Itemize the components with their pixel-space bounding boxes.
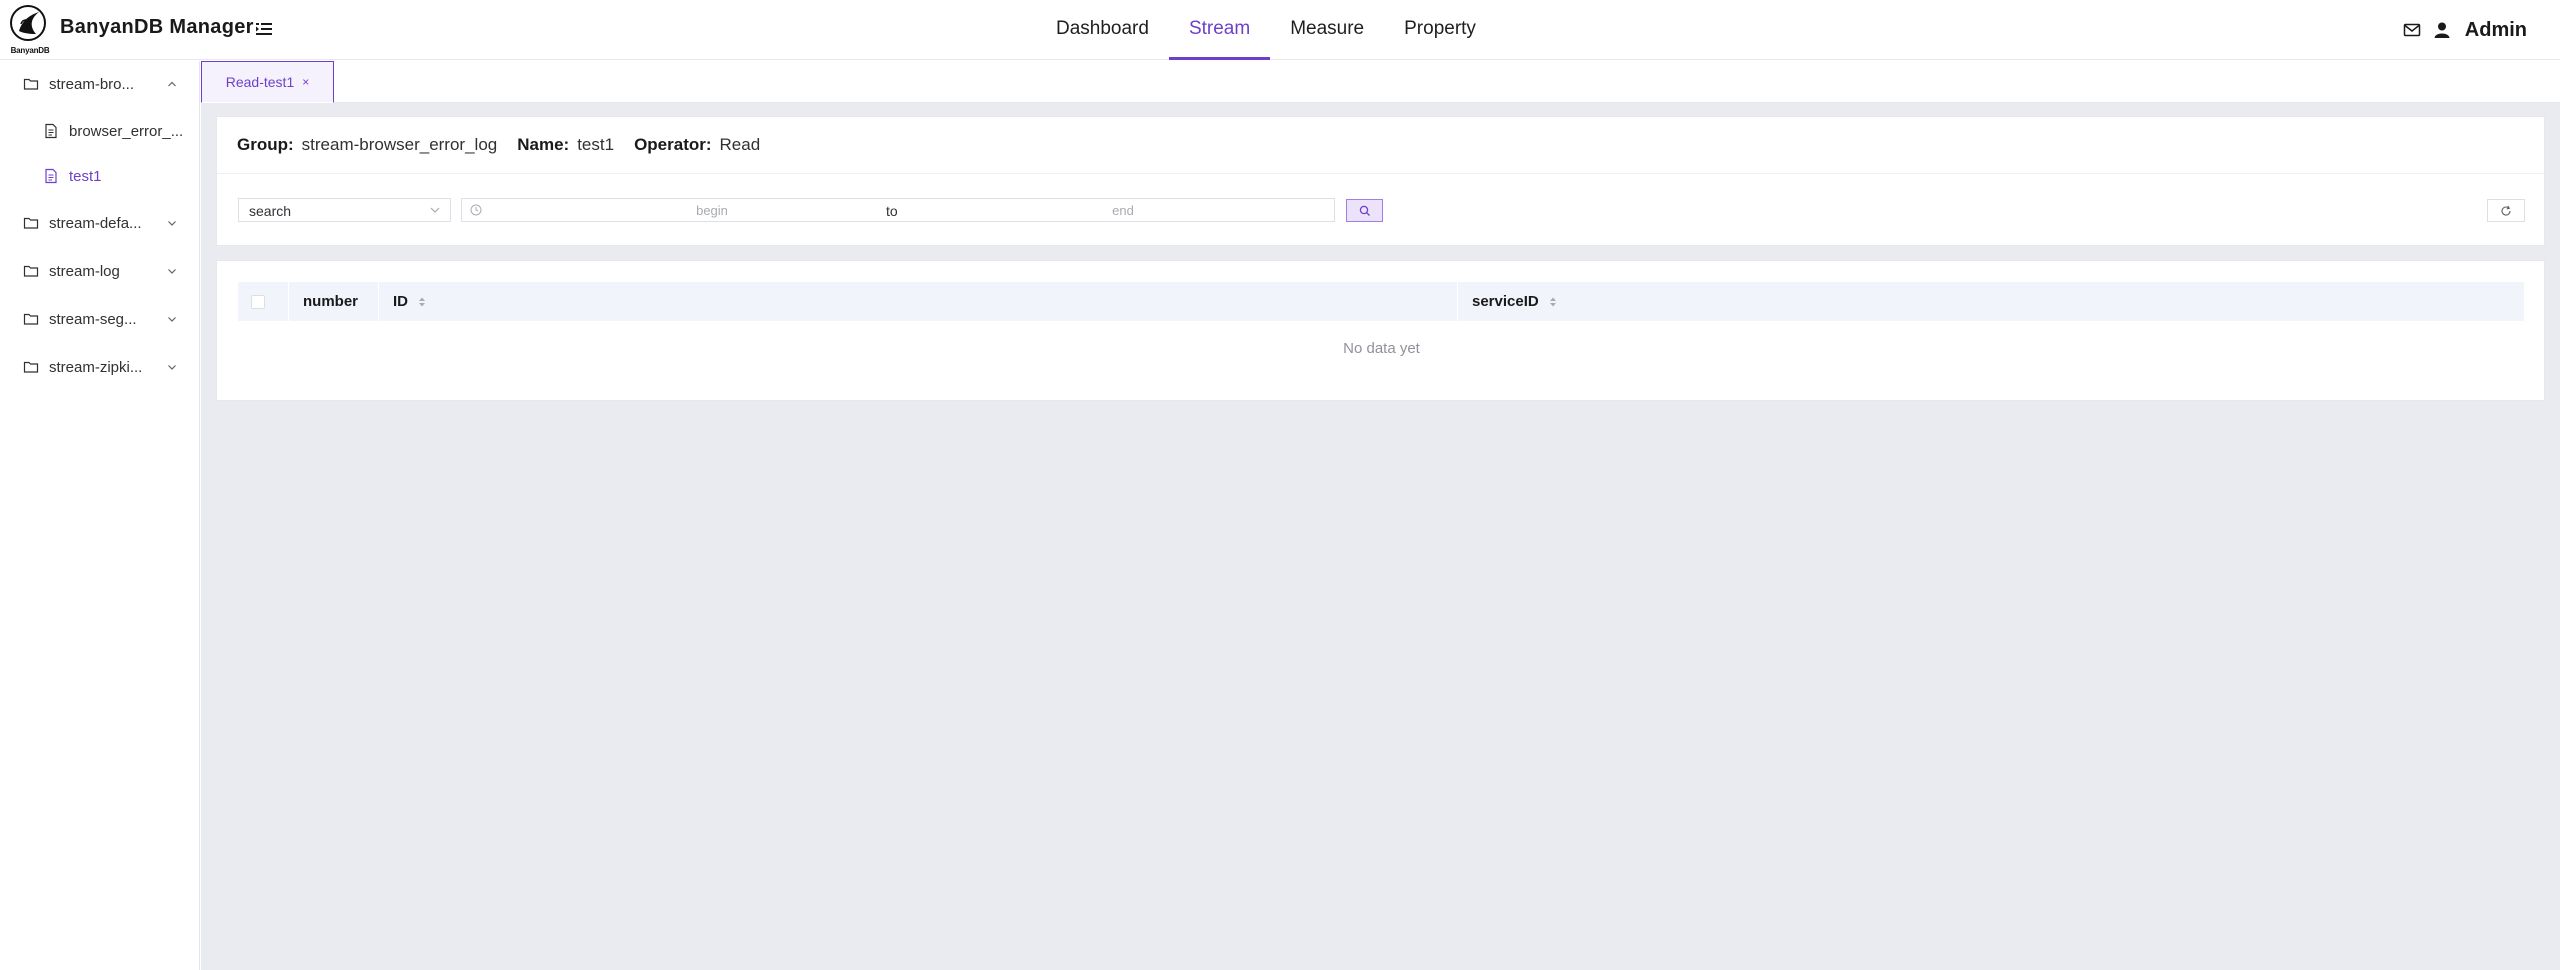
- app-title: BanyanDB Manager: [60, 16, 254, 38]
- tab-bar: Read-test1 ×: [201, 61, 2560, 103]
- query-card: Group: stream-browser_error_log Name: test…: [216, 116, 2545, 246]
- document-icon: [45, 123, 57, 139]
- sort-icon[interactable]: [1549, 296, 1557, 308]
- top-header: BanyanDB BanyanDB Manager Dashboard Stre…: [0, 0, 2560, 60]
- column-header-number: number: [303, 293, 359, 310]
- logo-text: BanyanDB: [10, 46, 50, 55]
- end-date-input[interactable]: [918, 199, 1328, 221]
- sidebar-item-label: test1: [69, 167, 102, 185]
- column-divider: [1457, 282, 1458, 321]
- chevron-down-icon[interactable]: [166, 217, 178, 229]
- main-content: Read-test1 × Group: stream-browser_error_…: [201, 61, 2560, 970]
- table-header: number ID serviceID: [238, 282, 2524, 321]
- sidebar-group-label: stream-defa...: [49, 214, 142, 232]
- user-name[interactable]: Admin: [2465, 19, 2527, 42]
- folder-icon: [23, 265, 39, 277]
- sidebar-group-label: stream-zipki...: [49, 358, 143, 376]
- sidebar-group-stream-log[interactable]: stream-log: [0, 253, 200, 289]
- nav-stream[interactable]: Stream: [1168, 0, 1271, 60]
- column-header-serviceid[interactable]: serviceID: [1472, 282, 1557, 321]
- results-card: number ID serviceID No data yet: [216, 260, 2545, 401]
- nav-dashboard[interactable]: Dashboard: [1036, 0, 1169, 60]
- sidebar-item-label: browser_error_...: [69, 122, 184, 140]
- sidebar-group-stream-zipkin[interactable]: stream-zipki...: [0, 349, 200, 385]
- menu-collapse-icon[interactable]: [256, 21, 272, 37]
- search-button[interactable]: [1346, 199, 1383, 222]
- select-all-checkbox[interactable]: [251, 295, 265, 309]
- divider: [217, 173, 2544, 174]
- mail-icon[interactable]: [2403, 21, 2421, 39]
- chevron-down-icon: [430, 207, 440, 213]
- chevron-up-icon[interactable]: [166, 78, 178, 90]
- column-header-label: ID: [393, 293, 408, 310]
- refresh-icon: [2501, 205, 2511, 216]
- folder-icon: [23, 217, 39, 229]
- operator-value: Read: [719, 135, 761, 154]
- name-info: Name: test1: [517, 135, 614, 155]
- chevron-down-icon[interactable]: [166, 313, 178, 325]
- sidebar-group-label: stream-seg...: [49, 310, 137, 328]
- date-range-picker[interactable]: to: [461, 198, 1335, 222]
- resource-info: Group: stream-browser_error_log Name: test…: [237, 117, 760, 173]
- document-icon: [45, 168, 57, 184]
- folder-icon: [23, 361, 39, 373]
- operator-info: Operator: Read: [634, 135, 760, 155]
- name-value: test1: [577, 135, 615, 154]
- header-user-area: Admin: [2403, 0, 2527, 60]
- group-value: stream-browser_error_log: [301, 135, 498, 154]
- user-icon[interactable]: [2433, 21, 2451, 39]
- folder-icon: [23, 78, 39, 90]
- logo-icon: [10, 5, 46, 41]
- sidebar-group-label: stream-bro...: [49, 75, 135, 93]
- name-label: Name:: [517, 135, 570, 154]
- tab-read-test1[interactable]: Read-test1 ×: [201, 61, 334, 103]
- operator-label: Operator:: [634, 135, 712, 154]
- column-divider: [288, 282, 289, 321]
- sidebar-group-stream-segment[interactable]: stream-seg...: [0, 301, 200, 337]
- group-label: Group:: [237, 135, 294, 154]
- nav-measure[interactable]: Measure: [1270, 0, 1384, 60]
- sidebar-item-browser-error[interactable]: browser_error_...: [0, 113, 200, 149]
- clock-icon: [470, 204, 482, 216]
- sidebar-group-stream-default[interactable]: stream-defa...: [0, 205, 200, 241]
- banyandb-logo[interactable]: BanyanDB: [6, 4, 50, 56]
- column-header-label: serviceID: [1472, 293, 1539, 310]
- select-value: search: [249, 203, 292, 219]
- sidebar-item-test1[interactable]: test1: [0, 158, 200, 194]
- range-separator: to: [886, 203, 898, 219]
- group-info: Group: stream-browser_error_log: [237, 135, 497, 155]
- search-icon: [1359, 205, 1370, 216]
- column-divider: [378, 282, 379, 321]
- sidebar-group-stream-browser[interactable]: stream-bro...: [0, 66, 200, 102]
- refresh-button[interactable]: [2487, 199, 2525, 222]
- chevron-down-icon[interactable]: [166, 361, 178, 373]
- begin-date-input[interactable]: [502, 199, 922, 221]
- sidebar: stream-bro... browser_error_... test1 st…: [0, 61, 200, 970]
- sidebar-group-label: stream-log: [49, 262, 120, 280]
- column-header-id[interactable]: ID: [393, 282, 426, 321]
- folder-icon: [23, 313, 39, 325]
- search-select[interactable]: search: [238, 198, 451, 222]
- nav-property[interactable]: Property: [1384, 0, 1496, 60]
- chevron-down-icon[interactable]: [166, 265, 178, 277]
- tab-label: Read-test1: [225, 74, 295, 90]
- sort-icon[interactable]: [418, 296, 426, 308]
- empty-state-text: No data yet: [1343, 340, 1420, 357]
- close-icon[interactable]: ×: [302, 75, 309, 89]
- main-nav: Dashboard Stream Measure Property: [1036, 0, 1496, 60]
